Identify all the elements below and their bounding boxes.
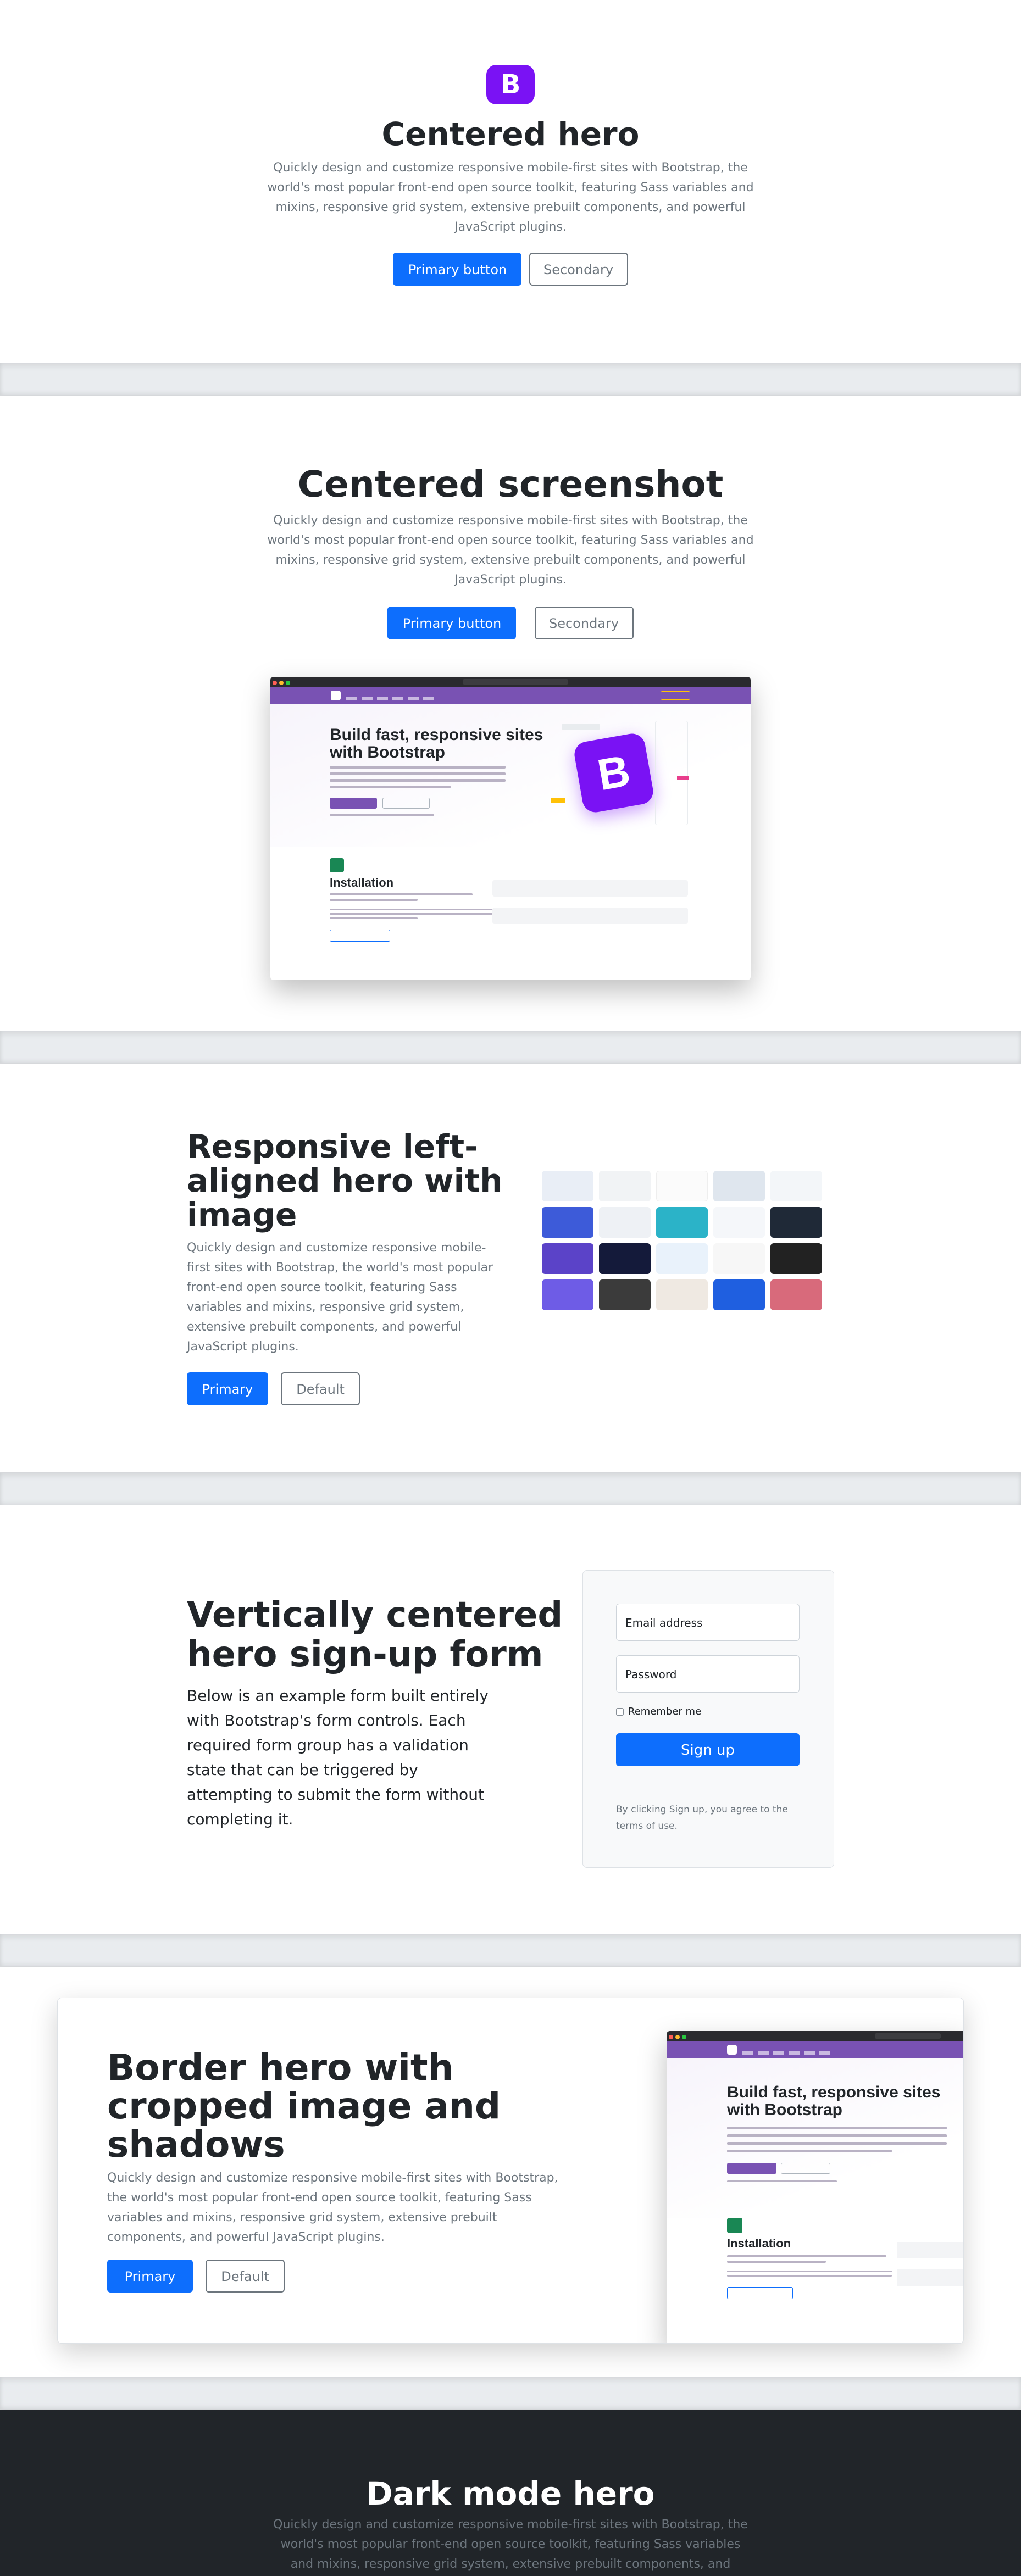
password-field[interactable]: Password — [616, 1655, 800, 1693]
section-divider — [0, 2377, 1021, 2410]
section-divider — [0, 1934, 1021, 1967]
primary-button[interactable]: Primary — [107, 2260, 193, 2293]
section-divider — [0, 1472, 1021, 1505]
signup-button[interactable]: Sign up — [616, 1733, 800, 1766]
hero-lead: Quickly design and customize responsive … — [267, 514, 754, 587]
border-hero-card: Border hero with cropped image and shado… — [57, 1998, 964, 2344]
checkbox-icon[interactable] — [616, 1708, 624, 1716]
default-button[interactable]: Default — [206, 2260, 285, 2293]
signup-form: Email address Password Remember me Sign … — [582, 1570, 834, 1868]
remember-label: Remember me — [628, 1706, 702, 1717]
primary-button[interactable]: Primary button — [393, 253, 522, 286]
hero-title: Vertically centered hero sign-up form — [187, 1595, 563, 1675]
primary-button[interactable]: Primary — [187, 1372, 268, 1405]
screenshot-installation-title: Installation — [330, 876, 394, 889]
centered-hero-section: B Centered hero Quickly design and custo… — [0, 0, 1021, 363]
dark-mode-hero-section: Dark mode hero Quickly design and custom… — [0, 2410, 1021, 2576]
section-divider — [0, 363, 1021, 396]
left-aligned-hero-section: Responsive left- aligned hero with image… — [0, 1064, 1021, 1472]
border-hero-section: Border hero with cropped image and shado… — [0, 1967, 1021, 2377]
terms-text: By clicking Sign up, you agree to the te… — [616, 1804, 788, 1832]
bootstrap-logo-icon: B — [572, 731, 656, 815]
hero-lead: Quickly design and customize responsive … — [267, 161, 754, 234]
themes-image-collage — [542, 1171, 822, 1310]
centered-screenshot-section: Centered screenshot Quickly design and c… — [0, 396, 1021, 997]
email-field[interactable]: Email address — [616, 1604, 800, 1641]
website-screenshot: Build fast, responsive sites with Bootst… — [270, 677, 751, 980]
secondary-button[interactable]: Secondary — [534, 607, 634, 639]
hero-lead: Below is an example form built entirely … — [187, 1687, 489, 1828]
screenshot-headline: Build fast, responsive sites with Bootst… — [727, 2083, 941, 2119]
signup-hero-section: Vertically centered hero sign-up form Be… — [0, 1505, 1021, 1934]
hero-lead: Quickly design and customize responsive … — [187, 1241, 493, 1354]
hero-title: Centered hero — [381, 115, 640, 153]
cropped-website-screenshot: Build fast, responsive sites with Bootst… — [667, 2031, 963, 2343]
hero-title: Dark mode hero — [366, 2475, 655, 2512]
section-divider — [0, 1031, 1021, 1064]
hero-title: Responsive left- aligned hero with image — [187, 1128, 503, 1233]
screenshot-installation-title: Installation — [727, 2236, 791, 2250]
hero-title: Centered screenshot — [297, 463, 724, 505]
hero-lead: Quickly design and customize responsive … — [273, 2518, 748, 2571]
primary-button[interactable]: Primary button — [387, 607, 517, 639]
bootstrap-logo-icon: B — [486, 65, 535, 104]
screenshot-headline: Build fast, responsive sites with Bootst… — [330, 726, 543, 761]
remember-me-checkbox[interactable]: Remember me — [616, 1706, 701, 1717]
default-button[interactable]: Default — [281, 1372, 360, 1405]
secondary-button[interactable]: Secondary — [529, 253, 628, 286]
hero-title: Border hero with cropped image and shado… — [107, 2046, 501, 2166]
hero-lead: Quickly design and customize responsive … — [107, 2171, 558, 2244]
